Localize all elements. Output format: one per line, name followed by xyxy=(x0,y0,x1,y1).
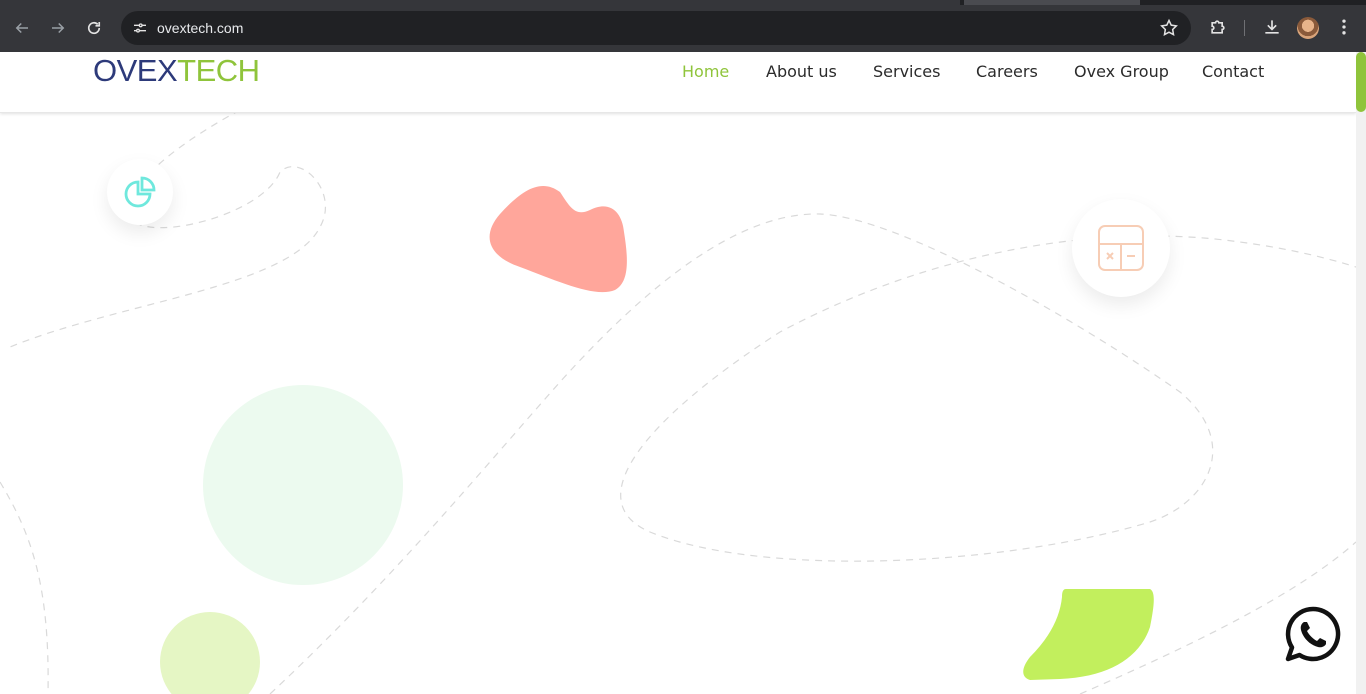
nav-ovex-group[interactable]: Ovex Group xyxy=(1074,62,1169,82)
nav-about-us[interactable]: About us xyxy=(766,62,837,82)
reload-icon xyxy=(87,21,101,35)
background-decoration xyxy=(0,109,1356,694)
calculator-bubble xyxy=(1072,199,1170,297)
puzzle-icon xyxy=(1211,20,1225,34)
calculator-icon xyxy=(1098,225,1144,271)
pale-lime-circle xyxy=(160,612,260,694)
inactive-tab[interactable] xyxy=(964,0,1140,5)
active-tab[interactable] xyxy=(0,0,960,5)
browser-toolbar: ovextech.com xyxy=(0,0,1366,52)
whatsapp-icon xyxy=(1285,606,1341,662)
salmon-blob xyxy=(489,185,627,293)
nav-home[interactable]: Home xyxy=(682,62,729,82)
pie-chart-bubble xyxy=(107,159,173,225)
download-icon xyxy=(1265,20,1279,34)
whatsapp-button[interactable] xyxy=(1284,605,1342,663)
scrollbar-thumb[interactable] xyxy=(1356,52,1366,112)
tab-strip xyxy=(0,0,1366,5)
toolbar-divider xyxy=(1244,20,1245,36)
url-text[interactable]: ovextech.com xyxy=(157,20,243,36)
extensions-button[interactable] xyxy=(1207,16,1229,38)
logo-text-ovex: OVEX xyxy=(93,53,178,88)
nav-services[interactable]: Services xyxy=(873,62,940,82)
site-info-button[interactable] xyxy=(129,17,151,39)
reload-button[interactable] xyxy=(80,14,108,42)
site-logo[interactable]: OVEXTECH xyxy=(93,54,260,88)
nav-careers[interactable]: Careers xyxy=(976,62,1038,82)
web-page: OVEXTECH Home About us Services Careers … xyxy=(0,52,1356,694)
avatar[interactable] xyxy=(1297,17,1319,39)
dashed-line xyxy=(269,213,1356,694)
bookmark-button[interactable] xyxy=(1159,18,1179,38)
star-icon xyxy=(1160,18,1178,36)
logo-text-tech: TECH xyxy=(177,53,260,88)
nav-contact[interactable]: Contact xyxy=(1202,62,1264,82)
pie-chart-icon xyxy=(124,176,156,208)
kebab-menu-icon xyxy=(1342,19,1346,35)
arrow-right-icon xyxy=(52,22,65,34)
page-scrollbar[interactable] xyxy=(1356,52,1366,694)
browser-menu-button[interactable] xyxy=(1333,16,1355,38)
downloads-button[interactable] xyxy=(1261,16,1283,38)
dashed-line xyxy=(9,109,326,348)
lime-blob xyxy=(1023,589,1154,680)
tune-icon xyxy=(134,23,146,33)
address-bar[interactable]: ovextech.com xyxy=(121,11,1191,45)
arrow-left-icon xyxy=(15,22,28,34)
forward-button[interactable] xyxy=(44,14,72,42)
dashed-line xyxy=(0,481,49,694)
back-button[interactable] xyxy=(8,14,36,42)
site-header: OVEXTECH Home About us Services Careers … xyxy=(0,52,1356,113)
mint-circle xyxy=(203,385,403,585)
